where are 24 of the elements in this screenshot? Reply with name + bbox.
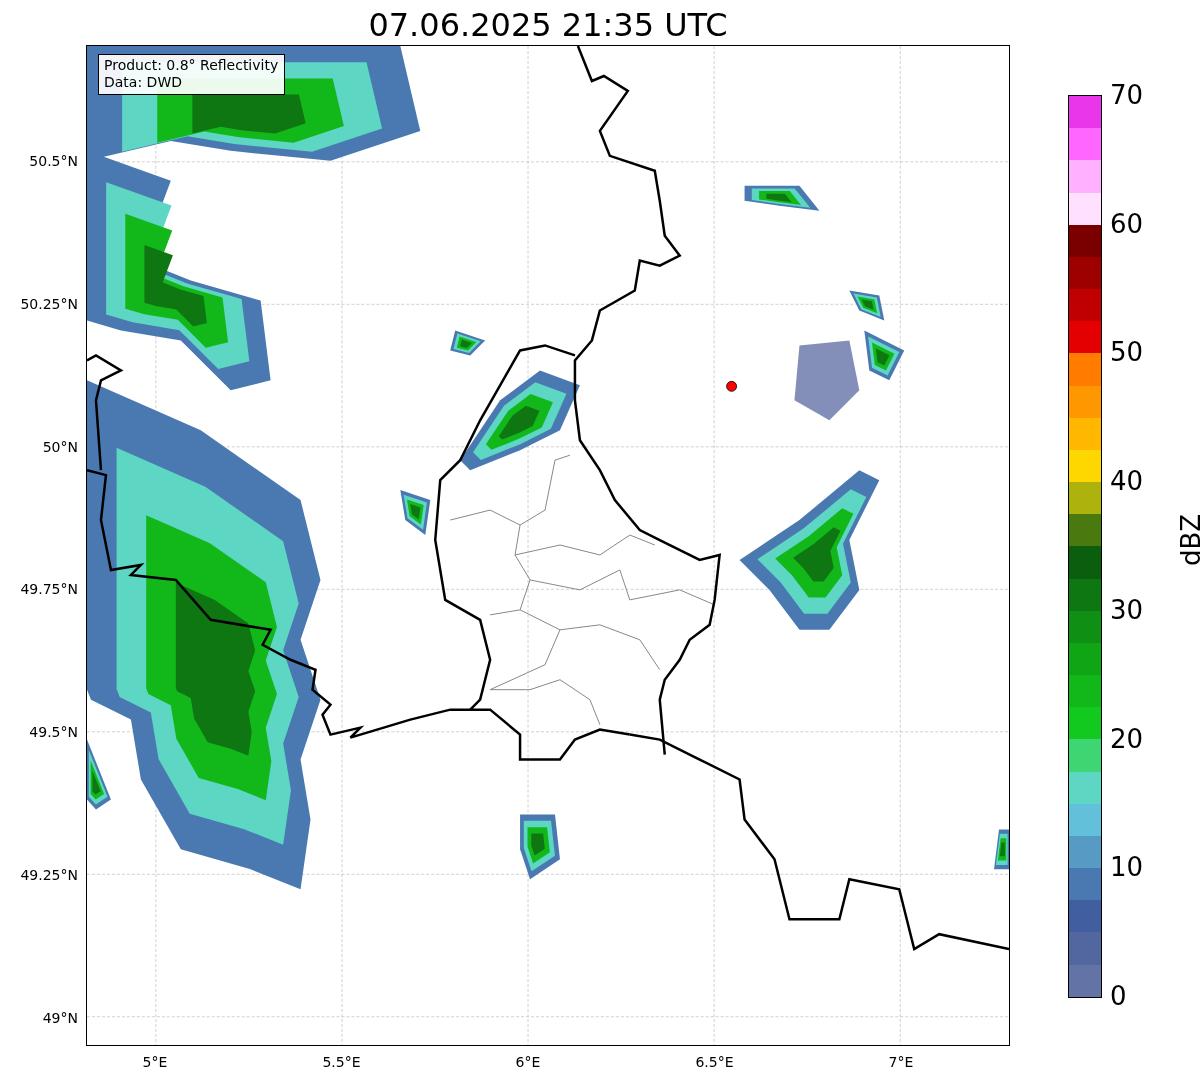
axis-tick-label: 7°E <box>888 1054 914 1070</box>
colorbar-tick-label: 40 <box>1110 466 1144 497</box>
axis-tick-label: 6.5°E <box>695 1054 734 1070</box>
axis-tick-label: 49.75°N <box>20 581 78 598</box>
colorbar-tick-label: 60 <box>1110 208 1144 239</box>
axis-tick-label: 49.25°N <box>20 867 78 883</box>
axis-tick-label: 5.5°E <box>322 1054 361 1070</box>
axis-tick-label: 49°N <box>42 1009 78 1026</box>
colorbar-tick-label: 30 <box>1110 594 1144 625</box>
axis-tick-label: 6°E <box>515 1054 541 1070</box>
colorbar-tick-label: 0 <box>1110 981 1127 1011</box>
axis-tick-label: 49.5°N <box>29 724 78 741</box>
colorbar-tick-label: 20 <box>1110 723 1144 754</box>
chart-title: 07.06.2025 21:35 UTC <box>367 5 729 45</box>
legend-text: Data: DWD <box>104 74 183 91</box>
axis-tick-label: 50.5°N <box>29 153 78 169</box>
colorbar-tick-label: 50 <box>1110 337 1144 368</box>
axis-tick-label: 50°N <box>42 438 78 455</box>
axis-tick-label: 50.25°N <box>20 295 78 312</box>
colorbar-tick-label: 70 <box>1110 80 1144 110</box>
colorbar-tick-label: 10 <box>1110 852 1144 883</box>
colorbar-label: dBZ <box>1176 513 1202 567</box>
legend-text: Product: 0.8° Reflectivity <box>104 57 279 74</box>
axis-tick-label: 5°E <box>142 1054 168 1070</box>
